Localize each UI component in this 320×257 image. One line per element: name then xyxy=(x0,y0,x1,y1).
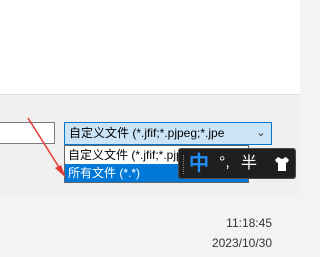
filetype-select-value: 自定义文件 (*.jfif;*.pjpeg;*.jpe xyxy=(69,126,225,140)
ime-punctuation-button[interactable]: °, xyxy=(219,151,230,175)
clock-time: 11:18:45 xyxy=(226,216,272,230)
chevron-down-icon[interactable]: ⌄ xyxy=(254,123,268,144)
shirt-icon[interactable] xyxy=(273,155,291,173)
clock-date: 2023/10/30 xyxy=(211,236,272,250)
taskbar-clock[interactable]: 11:18:45 2023/10/30 xyxy=(212,213,272,253)
ime-width-button[interactable]: 半 xyxy=(241,153,257,175)
ime-toolbar[interactable]: 中 °, 半 xyxy=(178,148,296,179)
filetype-select[interactable]: 自定义文件 (*.jfif;*.pjpeg;*.jpe ⌄ xyxy=(64,122,272,145)
ime-mode-button[interactable]: 中 xyxy=(189,151,209,177)
filename-input[interactable] xyxy=(0,122,55,144)
ime-grip-handle[interactable] xyxy=(183,155,187,174)
